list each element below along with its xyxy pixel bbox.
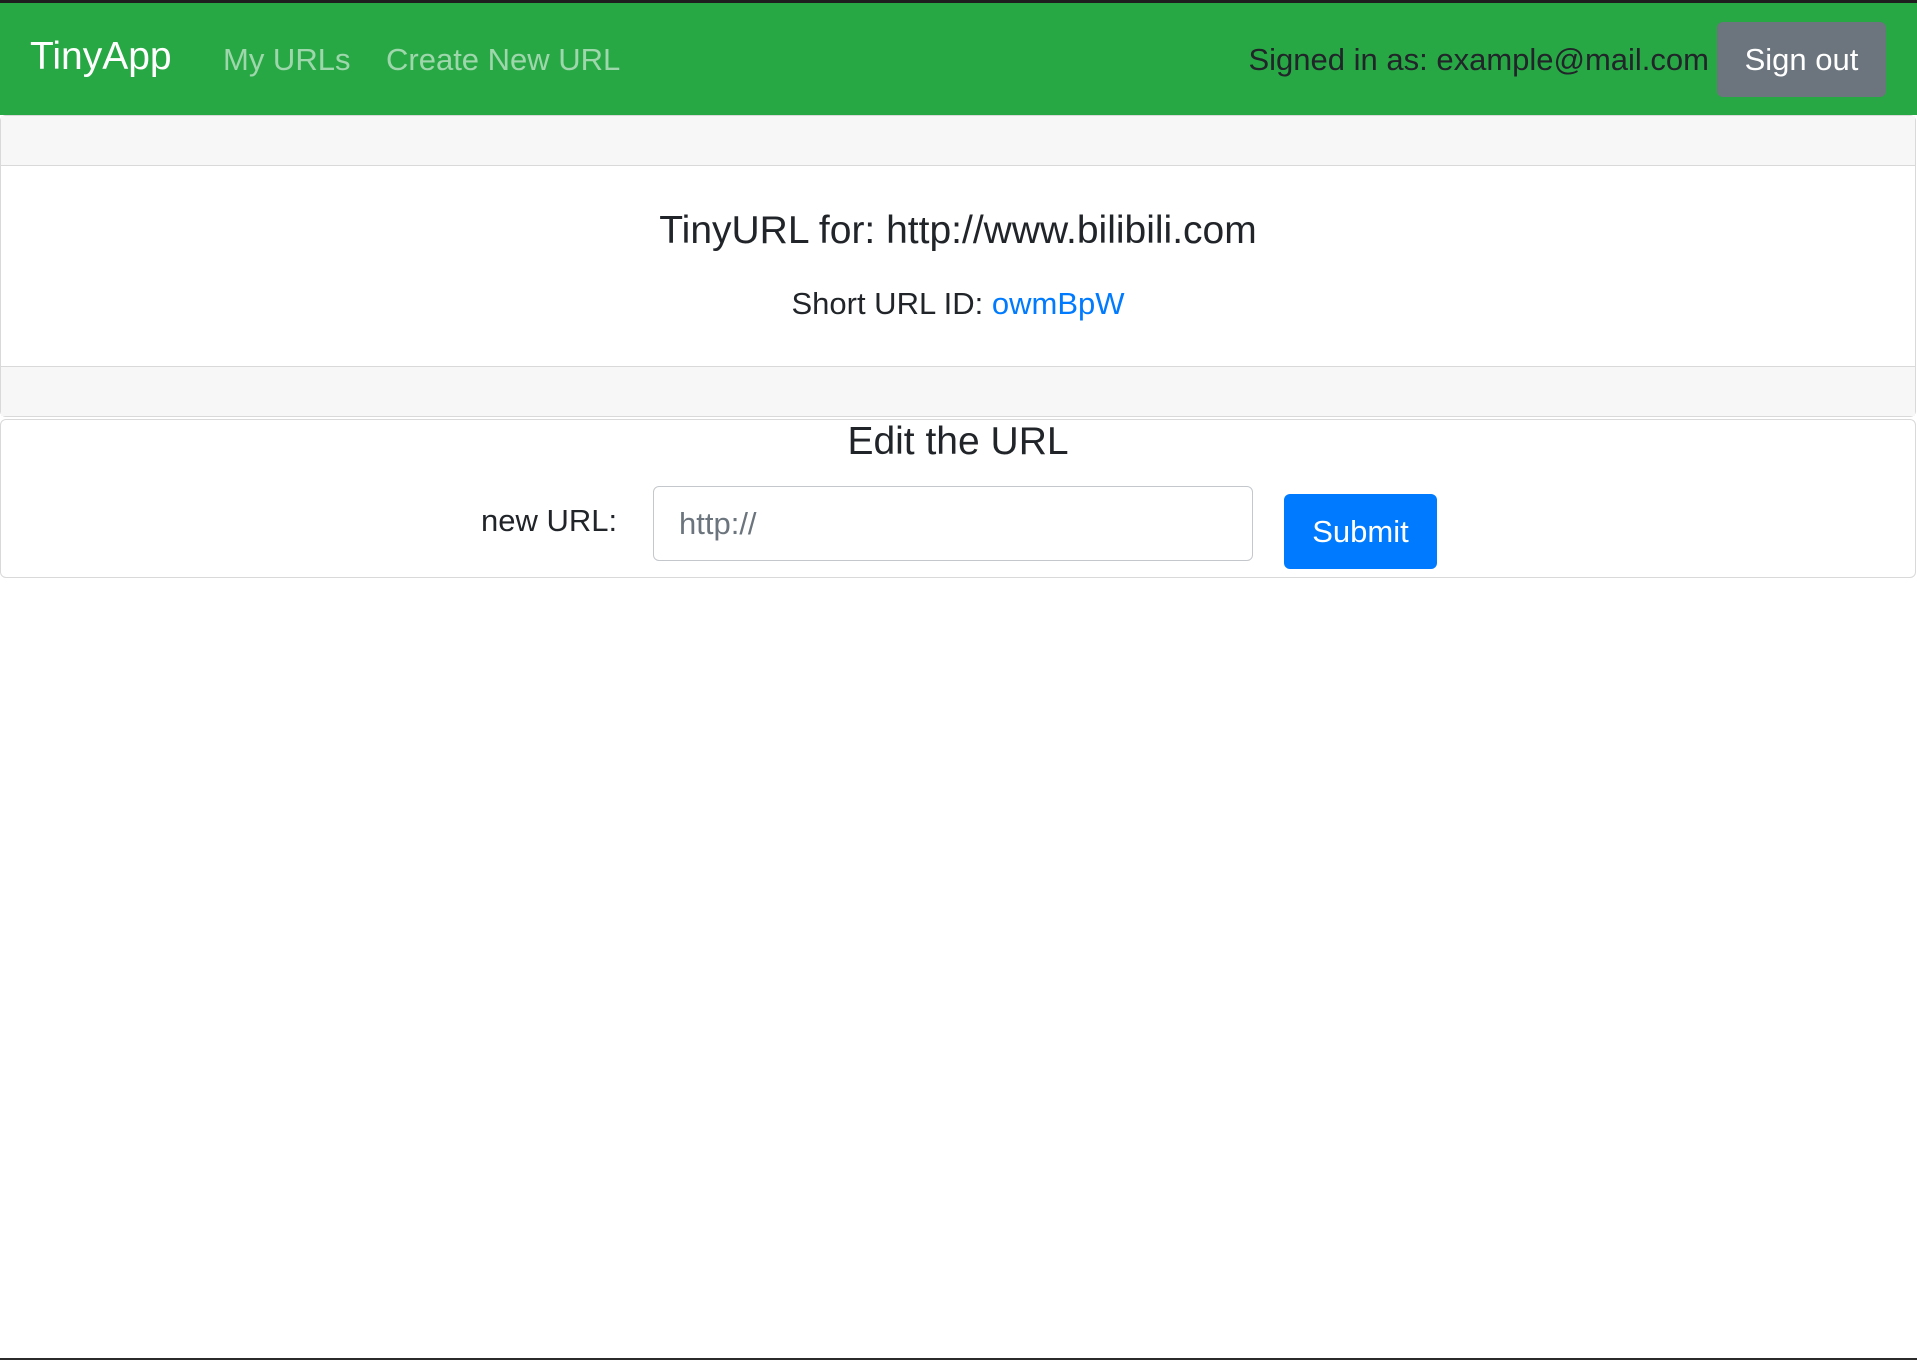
short-url-line: Short URL ID: owmBpW bbox=[1, 286, 1915, 322]
brand-link[interactable]: TinyApp bbox=[30, 35, 172, 79]
short-url-id-link[interactable]: owmBpW bbox=[992, 286, 1125, 321]
card-footer bbox=[1, 366, 1915, 416]
new-url-label: new URL: bbox=[481, 503, 618, 538]
nav-my-urls-link[interactable]: My URLs bbox=[223, 42, 350, 78]
short-url-label: Short URL ID: bbox=[791, 286, 992, 321]
sign-out-button[interactable]: Sign out bbox=[1717, 22, 1886, 97]
edit-url-heading: Edit the URL bbox=[847, 420, 1069, 463]
top-navbar: TinyApp My URLs Create New URL Signed in… bbox=[0, 0, 1917, 115]
tinyurl-title: TinyURL for: http://www.bilibili.com bbox=[659, 209, 1257, 252]
new-url-input[interactable] bbox=[653, 486, 1253, 561]
submit-button[interactable]: Submit bbox=[1284, 494, 1437, 569]
card-header bbox=[1, 116, 1915, 166]
edit-url-card: Edit the URL new URL: Submit bbox=[0, 419, 1916, 578]
signed-in-status: Signed in as: example@mail.com bbox=[1248, 42, 1709, 77]
url-info-card: TinyURL for: http://www.bilibili.com Sho… bbox=[0, 115, 1916, 417]
nav-create-new-url-link[interactable]: Create New URL bbox=[386, 42, 620, 78]
